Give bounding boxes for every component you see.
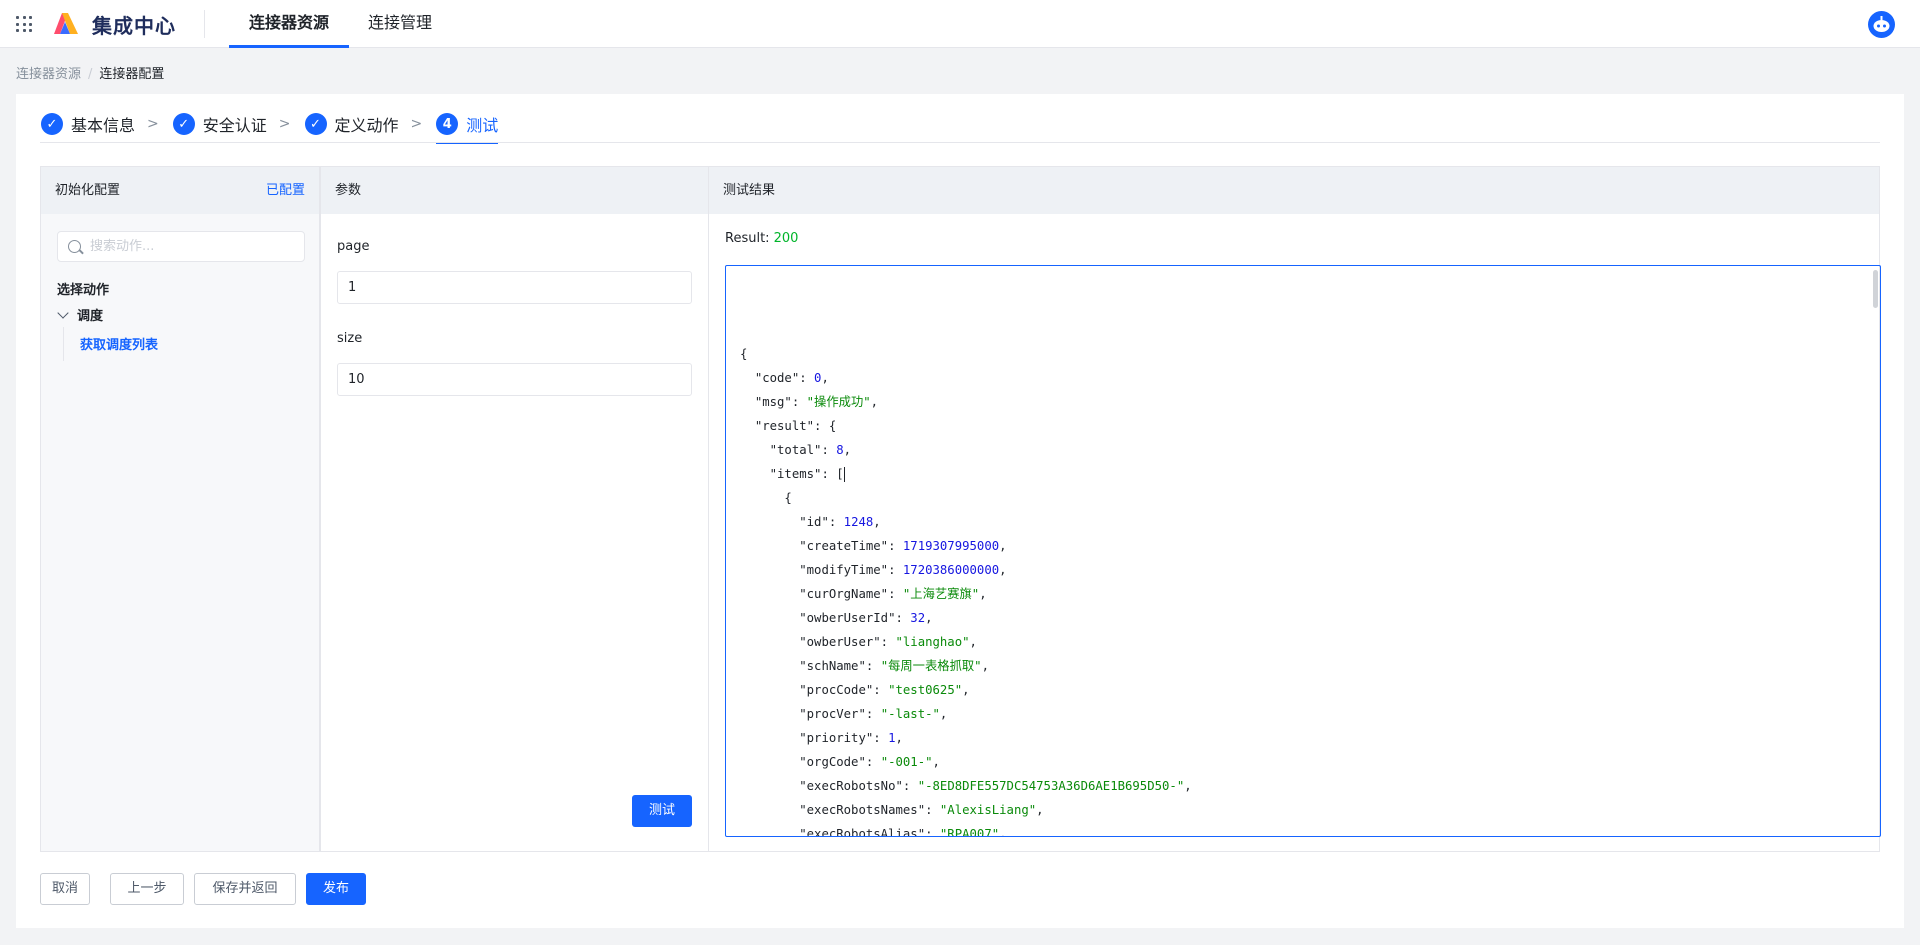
- json-line: "orgCode": "-001-",: [799, 755, 940, 769]
- json-line: "id": 1248,: [799, 515, 881, 529]
- panel-title: 测试结果: [723, 183, 776, 198]
- select-action-label: 选择动作: [57, 283, 110, 298]
- param-label-size: size: [337, 331, 363, 346]
- json-line: "code": 0,: [754, 371, 829, 385]
- json-line: "owberUser": "lianghao",: [799, 635, 977, 649]
- panel-header: 参数: [321, 167, 708, 214]
- panel-header: 测试结果: [709, 167, 1879, 214]
- step-define-action[interactable]: ✓ 定义动作 >: [304, 104, 437, 144]
- config-status-link[interactable]: 已配置: [266, 167, 305, 214]
- json-line: "execRobotsAlias": "RPA007",: [799, 827, 1007, 837]
- json-line: "createTime": 1719307995000,: [799, 539, 1007, 553]
- panel-title: 初始化配置: [55, 183, 121, 198]
- top-navbar: 集成中心 连接器资源 连接管理: [0, 0, 1920, 48]
- result-label: Result:: [725, 231, 770, 246]
- param-input-size[interactable]: 10: [337, 363, 692, 396]
- chevron-right-icon: >: [147, 116, 159, 132]
- step-label: 基本信息: [71, 116, 136, 135]
- search-icon: [68, 240, 81, 253]
- json-line: "procVer": "-last-",: [799, 707, 948, 721]
- chevron-right-icon: >: [410, 116, 423, 132]
- publish-button[interactable]: 发布: [306, 873, 366, 905]
- tree-group-label: 调度: [77, 309, 104, 324]
- json-line: "total": 8,: [769, 443, 852, 457]
- json-line: "owberUserId": 32,: [799, 611, 933, 625]
- step-label: 测试: [466, 116, 499, 135]
- init-config-panel: 初始化配置 已配置 搜索动作... 选择动作 调度 获取调度列表: [40, 166, 320, 852]
- step-number-badge: 4: [436, 113, 459, 135]
- json-line: {: [740, 347, 748, 361]
- search-placeholder: 搜索动作...: [90, 239, 155, 254]
- previous-step-button[interactable]: 上一步: [110, 873, 184, 905]
- app-grid-icon[interactable]: [16, 16, 32, 32]
- json-line: "curOrgName": "上海艺赛旗",: [799, 587, 987, 601]
- breadcrumb-separator: /: [88, 67, 93, 82]
- check-icon: ✓: [41, 113, 63, 135]
- cancel-button[interactable]: 取消: [40, 873, 90, 905]
- param-input-page[interactable]: 1: [337, 271, 692, 304]
- json-line: {: [740, 491, 792, 505]
- check-icon: ✓: [304, 113, 327, 135]
- robot-avatar-icon: [1873, 16, 1890, 32]
- json-line: "items": [: [769, 467, 845, 482]
- json-line: "priority": 1,: [799, 731, 903, 745]
- test-result-panel: 测试结果 Result: 200 { "code": 0, "msg": "操作成…: [708, 166, 1881, 852]
- action-search-input[interactable]: 搜索动作...: [57, 231, 305, 262]
- footer-divider: [40, 851, 1880, 852]
- breadcrumb-parent[interactable]: 连接器资源: [16, 67, 81, 82]
- breadcrumb-current: 连接器配置: [99, 67, 165, 82]
- tree-group-schedule[interactable]: 调度: [57, 305, 103, 324]
- json-line: "msg": "操作成功",: [754, 395, 879, 409]
- tab-connector-resources[interactable]: 连接器资源: [229, 0, 349, 48]
- test-button[interactable]: 测试: [632, 795, 692, 827]
- scrollbar-thumb[interactable]: [1873, 270, 1878, 308]
- user-avatar[interactable]: [1868, 11, 1895, 38]
- step-indicator: ✓ 基本信息 > ✓ 安全认证 > ✓ 定义动作 > 4 测试: [41, 104, 499, 144]
- step-label: 安全认证: [202, 116, 267, 135]
- json-line: "modifyTime": 1720386000000,: [799, 563, 1007, 577]
- header-divider: [204, 10, 205, 38]
- save-and-return-button[interactable]: 保存并返回: [194, 873, 296, 905]
- param-label-page: page: [337, 239, 370, 254]
- chevron-right-icon: >: [278, 116, 291, 132]
- panel-header: 初始化配置 已配置: [41, 167, 319, 214]
- brand-title: 集成中心: [92, 14, 176, 38]
- breadcrumb: 连接器资源 / 连接器配置: [16, 63, 164, 82]
- json-result-editor[interactable]: { "code": 0, "msg": "操作成功", "result": { …: [725, 265, 1881, 837]
- steps-divider: [40, 142, 1880, 143]
- step-security-auth[interactable]: ✓ 安全认证 >: [172, 104, 305, 144]
- json-line: "execRobotsNo": "-8ED8DFE557DC54753A36D6…: [799, 779, 1192, 793]
- tab-connection-management[interactable]: 连接管理: [368, 0, 432, 48]
- json-line: "schName": "每周一表格抓取",: [799, 659, 989, 673]
- json-line: "procCode": "test0625",: [799, 683, 970, 697]
- json-line: "result": {: [754, 419, 837, 433]
- json-line: "execRobotsNames": "AlexisLiang",: [799, 803, 1044, 817]
- step-label: 定义动作: [334, 116, 399, 135]
- step-test[interactable]: 4 测试: [436, 106, 499, 144]
- brand-logo-icon: [54, 13, 78, 34]
- step-basic-info[interactable]: ✓ 基本信息 >: [41, 104, 173, 144]
- result-code: 200: [773, 231, 799, 246]
- params-panel: 参数 page 1 size 10 测试: [320, 166, 709, 852]
- result-status: Result: 200: [725, 231, 798, 246]
- panel-title: 参数: [335, 183, 362, 198]
- check-icon: ✓: [172, 113, 195, 135]
- chevron-down-icon: [57, 306, 69, 319]
- tree-item-get-schedule-list[interactable]: 获取调度列表: [63, 327, 158, 361]
